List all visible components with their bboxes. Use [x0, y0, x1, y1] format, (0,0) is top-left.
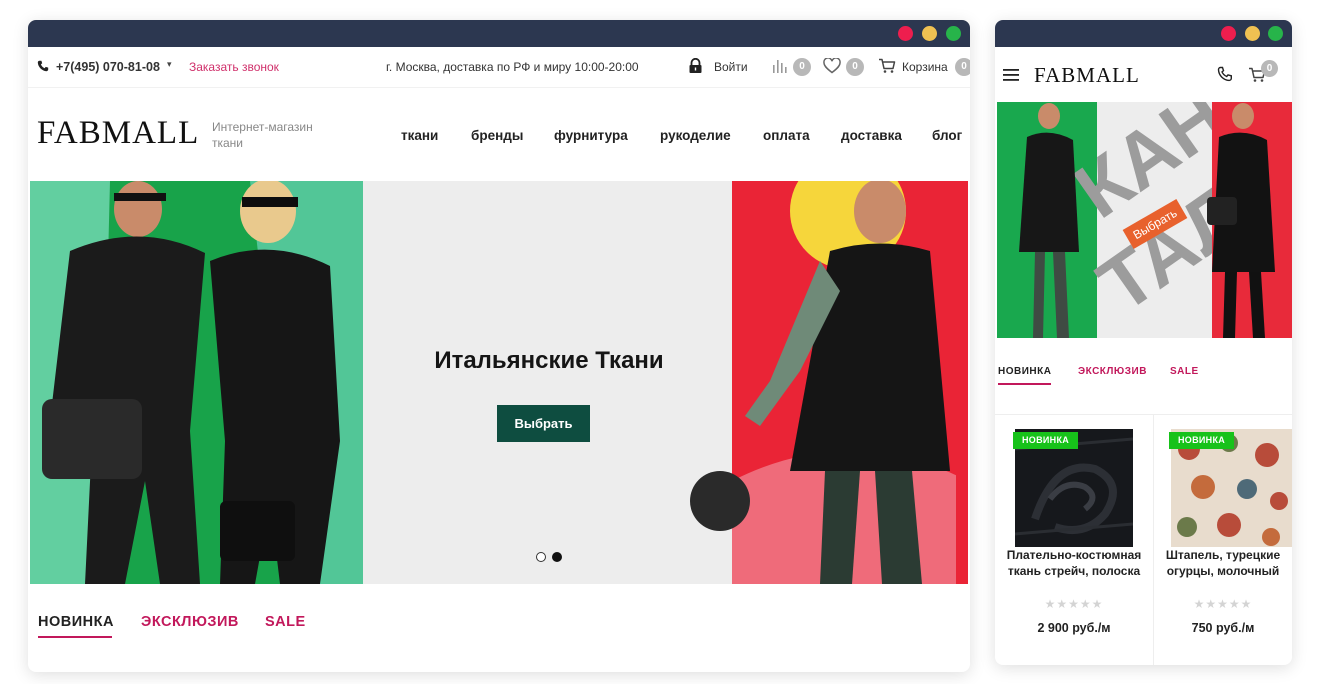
nav-item-payment[interactable]: оплата — [763, 128, 810, 143]
hero-banner-image — [30, 181, 968, 584]
nav-item-blog[interactable]: блог — [932, 128, 962, 143]
minimize-window-button[interactable] — [922, 26, 937, 41]
chevron-down-icon[interactable]: ▾ — [167, 59, 172, 70]
cart-count-badge: 0 — [955, 58, 970, 76]
login-link[interactable]: Войти — [714, 60, 748, 74]
product-name[interactable]: Штапель, турецкие огурцы, молочный — [1162, 548, 1284, 579]
mobile-tab-sale[interactable]: SALE — [1170, 366, 1199, 377]
phone-icon — [37, 60, 49, 72]
mobile-maximize-button[interactable] — [1268, 26, 1283, 41]
product-name[interactable]: Плательно-костюмная ткань стрейч, полоск… — [1003, 548, 1145, 579]
slider-dot-2-active[interactable] — [552, 552, 562, 562]
nav-item-needlework[interactable]: рукоделие — [660, 128, 731, 143]
mobile-close-button[interactable] — [1221, 26, 1236, 41]
product-new-badge: НОВИНКА — [1169, 432, 1235, 449]
nav-item-delivery[interactable]: доставка — [841, 128, 902, 143]
phone-number[interactable]: +7(495) 070-81-08 — [56, 60, 160, 74]
tab-active-underline — [38, 636, 112, 638]
compare-count-badge: 0 — [793, 58, 811, 76]
mobile-tab-new[interactable]: НОВИНКА — [998, 366, 1051, 377]
compare-chart-icon[interactable] — [772, 58, 789, 74]
product-rating-stars: ★★★★★ — [1193, 597, 1253, 611]
hero-title: Итальянские Ткани — [434, 347, 664, 374]
favorites-count-badge: 0 — [846, 58, 864, 76]
hero-choose-button[interactable]: Выбрать — [497, 405, 590, 442]
top-info-bar: +7(495) 070-81-08 ▾ Заказать звонок г. М… — [28, 47, 970, 87]
product-card[interactable]: НОВИНКА Плательно-костюмная ткань стрейч… — [995, 414, 1154, 665]
mobile-tab-active-underline — [998, 383, 1051, 385]
mobile-cart-count-badge: 0 — [1261, 60, 1278, 77]
product-price: 750 руб./м — [1191, 621, 1255, 635]
hero-slider: Итальянские Ткани Выбрать — [30, 181, 968, 584]
delivery-info: г. Москва, доставка по РФ и миру 10:00-2… — [386, 60, 639, 74]
nav-item-hardware[interactable]: фурнитура — [554, 128, 628, 143]
product-card[interactable]: НОВИНКА Штапель, турецкие огурцы, молочн… — [1154, 414, 1292, 665]
mobile-tab-exclusive[interactable]: ЭКСКЛЮЗИВ — [1078, 366, 1147, 377]
heart-icon[interactable] — [823, 58, 841, 74]
mobile-site-logo[interactable]: FABMALL — [1034, 63, 1140, 88]
product-rating-stars: ★★★★★ — [1044, 597, 1104, 611]
maximize-window-button[interactable] — [946, 26, 961, 41]
mobile-header: FABMALL 0 — [995, 47, 1292, 102]
tagline-line1: Интернет-магазин — [212, 120, 313, 134]
desktop-browser-window: +7(495) 070-81-08 ▾ Заказать звонок г. М… — [28, 20, 970, 672]
tab-sale[interactable]: SALE — [265, 614, 306, 630]
product-price: 2 900 руб./м — [1037, 621, 1111, 635]
tagline-line2: ткани — [212, 136, 244, 150]
mobile-browser-window: FABMALL 0 КАН ТАЛ Выбрать НОВИНКА ЭКСКЛЮ… — [995, 20, 1292, 665]
cart-label[interactable]: Корзина — [902, 60, 948, 74]
callback-link[interactable]: Заказать звонок — [189, 60, 279, 74]
menu-icon[interactable] — [1003, 68, 1019, 82]
mobile-hero-banner: КАН ТАЛ Выбрать — [997, 102, 1292, 338]
site-header: FABMALL Интернет-магазин ткани ткани бре… — [28, 87, 970, 181]
tab-exclusive[interactable]: ЭКСКЛЮЗИВ — [141, 614, 239, 630]
nav-item-fabrics[interactable]: ткани — [401, 128, 438, 143]
window-titlebar — [28, 20, 970, 47]
mobile-titlebar — [995, 20, 1292, 47]
site-logo[interactable]: FABMALL — [37, 115, 199, 152]
close-window-button[interactable] — [898, 26, 913, 41]
product-new-badge: НОВИНКА — [1013, 432, 1079, 449]
cart-icon[interactable] — [878, 58, 896, 74]
lock-icon[interactable] — [688, 58, 703, 74]
nav-item-brands[interactable]: бренды — [471, 128, 523, 143]
mobile-minimize-button[interactable] — [1245, 26, 1260, 41]
tab-new[interactable]: НОВИНКА — [38, 614, 114, 630]
slider-dot-1[interactable] — [536, 552, 546, 562]
mobile-phone-icon[interactable] — [1217, 66, 1233, 82]
